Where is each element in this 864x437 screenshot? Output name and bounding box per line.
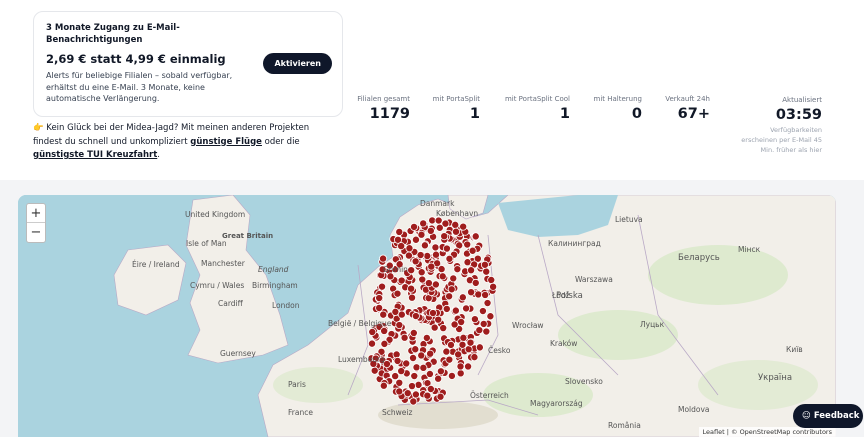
- feedback-button[interactable]: ☺ Feedback: [793, 404, 863, 428]
- map-label: Great Britain: [222, 232, 274, 240]
- stat-value: 67+: [677, 106, 710, 122]
- map-label: Cymru / Wales: [190, 281, 245, 290]
- map-label: France: [288, 408, 313, 417]
- note-line: Verfügbarkeiten: [770, 126, 822, 134]
- map-label: Éire / Ireland: [132, 260, 180, 269]
- map-label: Slovensko: [565, 377, 603, 386]
- map-label: Україна: [758, 373, 793, 383]
- stat-value: 0: [631, 106, 642, 122]
- map-label: London: [272, 301, 300, 310]
- last-updated: Aktualisiert 03:59 Verfügbarkeiten ersch…: [741, 96, 822, 155]
- updated-note: Verfügbarkeiten erscheinen per E-Mail 45…: [741, 125, 822, 155]
- map-zoom-control: + −: [26, 203, 46, 243]
- map-label: Paris: [288, 380, 306, 389]
- stat-sold-24h: Verkauft 24h 67+: [660, 95, 710, 122]
- map-attribution[interactable]: Leaflet | © OpenStreetMap contributors: [698, 427, 836, 437]
- pointing-hand-icon: 👉: [33, 123, 44, 133]
- map-label: Kraków: [550, 339, 578, 348]
- stat-mount: mit Halterung 0: [589, 95, 642, 122]
- stats-bar: Filialen gesamt 1179 mit PortaSplit 1 mi…: [340, 95, 720, 135]
- hint-text-3: .: [157, 150, 160, 160]
- note-line: Min. früher als hier: [760, 146, 822, 154]
- map-label: Magyarország: [530, 399, 583, 408]
- map-label: România: [608, 421, 641, 430]
- map-label: Мінск: [738, 245, 761, 254]
- promo-description: Alerts für beliebige Filialen – sobald v…: [46, 71, 233, 103]
- note-line: erscheinen per E-Mail 45: [741, 136, 822, 144]
- hint-text-2: oder die: [264, 136, 300, 147]
- map-label: Київ: [786, 345, 803, 354]
- cheap-flights-link[interactable]: günstige Flüge: [190, 137, 262, 147]
- map-label: Калининград: [548, 239, 601, 248]
- header-section: 3 Monate Zugang zu E-Mail-Benachrichtigu…: [0, 0, 864, 180]
- map-label: United Kingdom: [185, 210, 246, 219]
- updated-time: 03:59: [775, 107, 822, 123]
- store-map[interactable]: United Kingdom Great Britain Éire / Irel…: [18, 195, 836, 437]
- map-label: England: [258, 265, 289, 274]
- map-label: Warszawa: [575, 275, 613, 284]
- map-label: København: [436, 209, 479, 218]
- stat-total-stores: Filialen gesamt 1179: [354, 95, 410, 122]
- email-alert-promo-card: 3 Monate Zugang zu E-Mail-Benachrichtigu…: [33, 11, 343, 117]
- stat-portasplit: mit PortaSplit 1: [428, 95, 480, 122]
- stat-label: Verkauft 24h: [665, 95, 710, 103]
- map-label: Manchester: [201, 259, 245, 268]
- map-label: Luxembourg: [338, 355, 385, 364]
- stat-label: mit PortaSplit: [432, 95, 480, 103]
- feedback-label: Feedback: [813, 411, 860, 421]
- map-label: Isle of Man: [186, 239, 227, 248]
- map-labels: United Kingdom Great Britain Éire / Irel…: [18, 195, 836, 437]
- stat-value: 1: [469, 106, 480, 122]
- map-label: Česko: [488, 346, 511, 355]
- stat-value: 1179: [369, 106, 410, 122]
- map-label: Birmingham: [252, 281, 298, 290]
- promo-title: 3 Monate Zugang zu E-Mail-Benachrichtigu…: [46, 23, 180, 45]
- map-label: Österreich: [470, 391, 509, 400]
- feedback-icon: ☺: [802, 411, 814, 421]
- map-label: Schweiz: [382, 408, 413, 417]
- map-label: Lietuva: [615, 215, 643, 224]
- map-label: Łódź: [552, 291, 570, 300]
- map-label: Moldova: [678, 405, 710, 414]
- map-label: Луцьк: [640, 320, 665, 329]
- map-label: Guernsey: [220, 349, 256, 358]
- stat-label: mit Halterung: [593, 95, 642, 103]
- tui-cruise-link[interactable]: günstigste TUI Kreuzfahrt: [33, 150, 157, 160]
- stat-portasplit-cool: mit PortaSplit Cool 1: [498, 95, 570, 122]
- updated-label: Aktualisiert: [782, 96, 822, 104]
- stat-label: mit PortaSplit Cool: [504, 95, 570, 103]
- zoom-out-button[interactable]: −: [27, 223, 45, 242]
- zoom-in-button[interactable]: +: [27, 204, 45, 223]
- stat-value: 1: [559, 106, 570, 122]
- map-label: Gronin: [383, 265, 408, 274]
- stat-label: Filialen gesamt: [357, 95, 410, 103]
- other-projects-hint: 👉 Kein Glück bei der Midea-Jagd? Mit mei…: [33, 122, 333, 163]
- activate-button[interactable]: Aktivieren: [263, 53, 332, 74]
- map-label: Cardiff: [218, 299, 243, 308]
- map-label: België / Belgique: [328, 319, 392, 328]
- map-label: Danmark: [420, 199, 455, 208]
- map-label: Wrocław: [512, 321, 544, 330]
- map-label: Беларусь: [678, 253, 720, 263]
